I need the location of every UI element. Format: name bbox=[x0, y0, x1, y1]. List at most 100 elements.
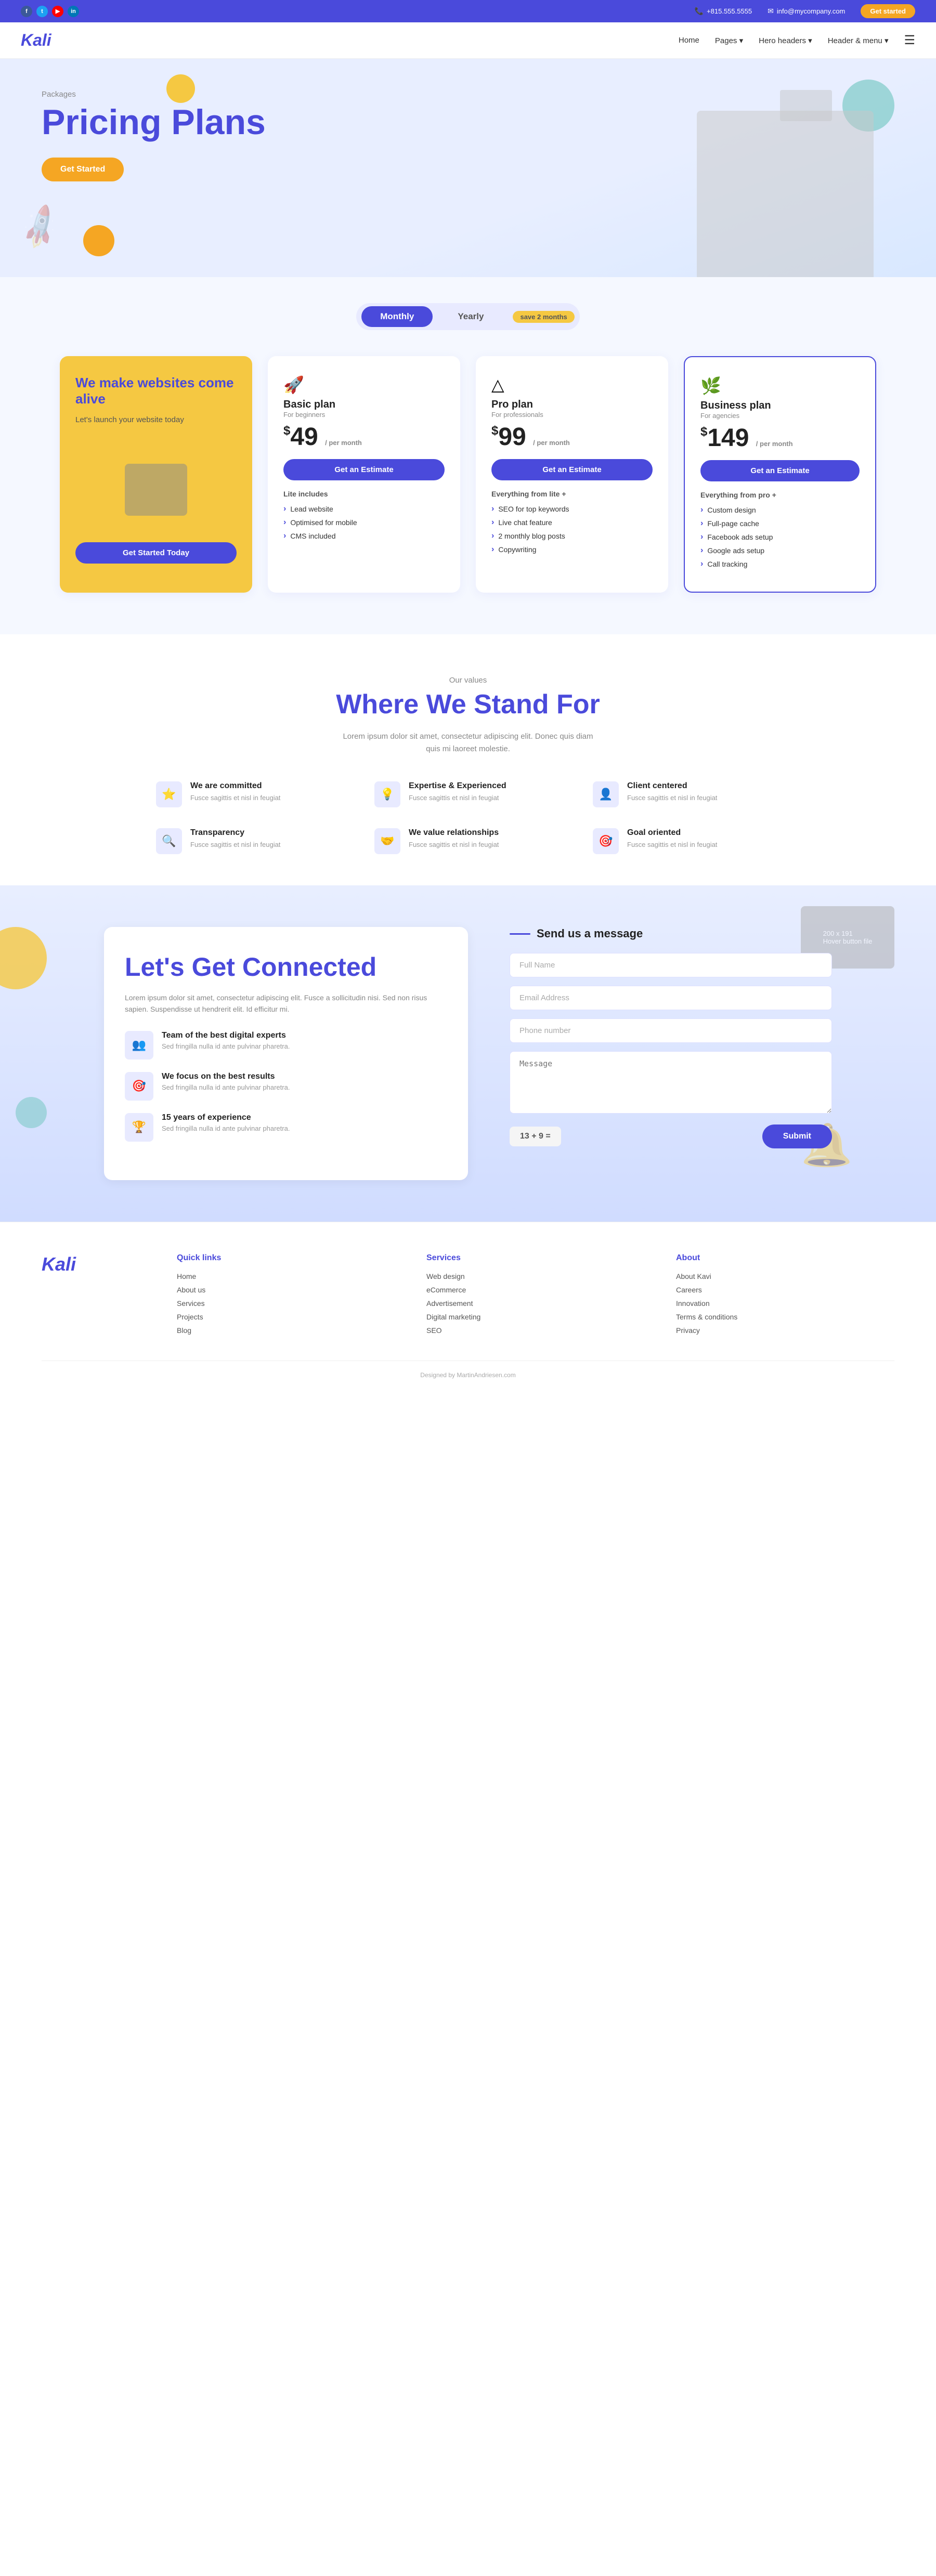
pro-plan-cta[interactable]: Get an Estimate bbox=[491, 459, 653, 480]
values-section: Our values Where We Stand For Lorem ipsu… bbox=[0, 634, 936, 885]
values-desc: Lorem ipsum dolor sit amet, consectetur … bbox=[338, 730, 598, 755]
business-feature-1: › Custom design bbox=[700, 505, 860, 515]
pro-feature-3: › 2 monthly blog posts bbox=[491, 531, 653, 541]
connect-left-panel: Let's Get Connected Lorem ipsum dolor si… bbox=[104, 927, 468, 1180]
form-bottom: 13 + 9 = Submit bbox=[510, 1124, 832, 1148]
footer-link-about[interactable]: About us bbox=[177, 1286, 395, 1294]
email-input[interactable] bbox=[510, 986, 832, 1010]
value-title-3: Transparency bbox=[190, 828, 280, 838]
value-item-4: 🤝 We value relationships Fusce sagittis … bbox=[374, 828, 562, 854]
value-desc-3: Fusce sagittis et nisl in feugiat bbox=[190, 840, 280, 850]
footer-service-webdesign[interactable]: Web design bbox=[426, 1272, 645, 1280]
footer-about-terms[interactable]: Terms & conditions bbox=[676, 1313, 894, 1321]
hamburger-icon[interactable]: ☰ bbox=[904, 33, 915, 48]
footer-service-advertisement[interactable]: Advertisement bbox=[426, 1299, 645, 1307]
value-desc-1: Fusce sagittis et nisl in feugiat bbox=[409, 793, 506, 803]
form-title-line: Send us a message bbox=[510, 927, 832, 940]
value-icon-0: ⭐ bbox=[156, 781, 182, 807]
footer-service-seo[interactable]: SEO bbox=[426, 1326, 645, 1335]
footer-link-home[interactable]: Home bbox=[177, 1272, 395, 1280]
value-desc-2: Fusce sagittis et nisl in feugiat bbox=[627, 793, 717, 803]
logo[interactable]: Kali bbox=[21, 31, 51, 50]
footer-service-ecommerce[interactable]: eCommerce bbox=[426, 1286, 645, 1294]
business-feature-3: › Facebook ads setup bbox=[700, 532, 860, 542]
check-icon: › bbox=[700, 546, 703, 555]
footer-services: Services Web design eCommerce Advertisem… bbox=[426, 1253, 645, 1340]
monthly-toggle[interactable]: Monthly bbox=[361, 306, 433, 327]
footer-credit: Designed by MartinAndriesen.com bbox=[420, 1371, 515, 1379]
business-plan-includes: Everything from pro + bbox=[700, 491, 860, 499]
nav-hero-headers[interactable]: Hero headers ▾ bbox=[759, 36, 812, 45]
full-name-input[interactable] bbox=[510, 953, 832, 977]
footer-link-services[interactable]: Services bbox=[177, 1299, 395, 1307]
deco-orange-circle bbox=[83, 225, 114, 256]
value-item-3: 🔍 Transparency Fusce sagittis et nisl in… bbox=[156, 828, 343, 854]
pro-feature-4: › Copywriting bbox=[491, 545, 653, 554]
email-group bbox=[510, 986, 832, 1010]
value-item-5: 🎯 Goal oriented Fusce sagittis et nisl i… bbox=[593, 828, 780, 854]
pro-plan-name: Pro plan bbox=[491, 399, 653, 411]
value-icon-3: 🔍 bbox=[156, 828, 182, 854]
highlight-cta-button[interactable]: Get Started Today bbox=[75, 542, 237, 564]
hero-figure bbox=[697, 111, 874, 277]
deco-rocket-icon: 🚀 bbox=[14, 202, 66, 253]
top-bar: f t ▶ in 📞 +815.555.5555 ✉ info@mycompan… bbox=[0, 0, 936, 22]
submit-button[interactable]: Submit bbox=[762, 1124, 832, 1148]
footer-services-title: Services bbox=[426, 1253, 645, 1263]
message-textarea[interactable] bbox=[510, 1051, 832, 1114]
youtube-icon[interactable]: ▶ bbox=[52, 6, 63, 17]
phone-group bbox=[510, 1018, 832, 1043]
connect-right-panel: Send us a message 13 + 9 = Submit bbox=[510, 927, 832, 1180]
value-icon-5: 🎯 bbox=[593, 828, 619, 854]
value-title-0: We are committed bbox=[190, 781, 280, 791]
value-title-2: Client centered bbox=[627, 781, 717, 791]
footer-about-privacy[interactable]: Privacy bbox=[676, 1326, 894, 1335]
deco-yellow-circle bbox=[166, 74, 195, 103]
form-title: Send us a message bbox=[537, 927, 643, 940]
phone-input[interactable] bbox=[510, 1018, 832, 1043]
footer-service-digital-marketing[interactable]: Digital marketing bbox=[426, 1313, 645, 1321]
footer-about-innovation[interactable]: Innovation bbox=[676, 1299, 894, 1307]
footer-about-careers[interactable]: Careers bbox=[676, 1286, 894, 1294]
nav-header-menu[interactable]: Header & menu ▾ bbox=[828, 36, 889, 45]
business-plan-price: $149 / per month bbox=[700, 426, 860, 451]
footer-logo-col: Kali bbox=[42, 1253, 146, 1340]
topbar-cta-button[interactable]: Get started bbox=[861, 4, 915, 18]
pro-plan-price: $99 / per month bbox=[491, 425, 653, 450]
check-icon: › bbox=[700, 532, 703, 542]
linkedin-icon[interactable]: in bbox=[68, 6, 79, 17]
nav-home[interactable]: Home bbox=[679, 36, 699, 45]
footer-quick-links-title: Quick links bbox=[177, 1253, 395, 1263]
pro-feature-1: › SEO for top keywords bbox=[491, 504, 653, 514]
team-item-0: 👥 Team of the best digital experts Sed f… bbox=[125, 1031, 447, 1060]
footer-about-kavi[interactable]: About Kavi bbox=[676, 1272, 894, 1280]
footer-link-blog[interactable]: Blog bbox=[177, 1326, 395, 1335]
social-icons: f t ▶ in bbox=[21, 6, 79, 17]
check-icon: › bbox=[283, 531, 286, 541]
team-icon-0: 👥 bbox=[125, 1031, 153, 1060]
phone-number: +815.555.5555 bbox=[707, 7, 752, 15]
facebook-icon[interactable]: f bbox=[21, 6, 32, 17]
team-icon-1: 🎯 bbox=[125, 1072, 153, 1101]
business-plan-cta[interactable]: Get an Estimate bbox=[700, 460, 860, 481]
connect-inner: Let's Get Connected Lorem ipsum dolor si… bbox=[104, 927, 832, 1180]
team-desc-2: Sed fringilla nulla id ante pulvinar pha… bbox=[162, 1124, 290, 1132]
value-icon-2: 👤 bbox=[593, 781, 619, 807]
value-desc-5: Fusce sagittis et nisl in feugiat bbox=[627, 840, 717, 850]
twitter-icon[interactable]: t bbox=[36, 6, 48, 17]
basic-plan-card: 🚀 Basic plan For beginners $49 / per mon… bbox=[268, 356, 460, 593]
form-title-dash bbox=[510, 933, 530, 935]
captcha-box: 13 + 9 = bbox=[510, 1127, 561, 1146]
check-icon: › bbox=[491, 504, 494, 514]
hero-cta-button[interactable]: Get Started bbox=[42, 158, 124, 181]
values-grid: ⭐ We are committed Fusce sagittis et nis… bbox=[156, 781, 780, 854]
basic-plan-name: Basic plan bbox=[283, 399, 445, 411]
basic-plan-cta[interactable]: Get an Estimate bbox=[283, 459, 445, 480]
yearly-toggle[interactable]: Yearly bbox=[439, 306, 502, 327]
team-icon-2: 🏆 bbox=[125, 1113, 153, 1142]
phone-icon: 📞 bbox=[695, 7, 704, 16]
nav-pages[interactable]: Pages ▾ bbox=[715, 36, 743, 45]
value-title-1: Expertise & Experienced bbox=[409, 781, 506, 791]
footer-logo[interactable]: Kali bbox=[42, 1253, 146, 1275]
footer-link-projects[interactable]: Projects bbox=[177, 1313, 395, 1321]
